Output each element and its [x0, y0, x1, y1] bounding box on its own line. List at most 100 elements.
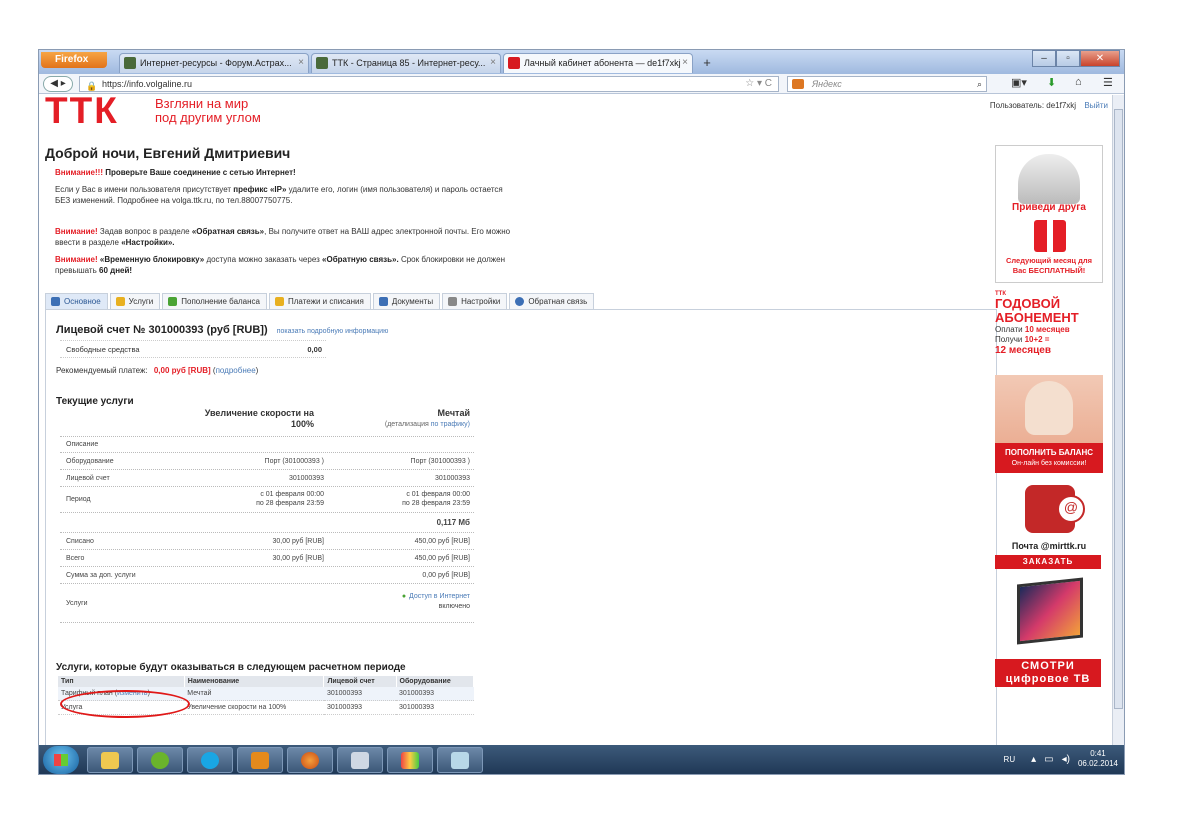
- row-label: Всего: [66, 555, 85, 562]
- row-label: Лицевой счет: [66, 475, 110, 482]
- row-label: Списано: [66, 538, 94, 545]
- table-header-row: Тип Наименование Лицевой счет Оборудован…: [58, 676, 475, 687]
- row-value: Порт (301000393 ): [410, 458, 470, 465]
- browser-tab-forum[interactable]: Интернет-ресурсы - Форум.Астрах... ×: [119, 53, 309, 73]
- taskbar-skype[interactable]: [187, 747, 233, 773]
- ad-annual-subscription[interactable]: ТТК ГОДОВОЙ АБОНЕМЕНТ Оплати 10 месяцев …: [995, 291, 1103, 373]
- tab-close-icon[interactable]: ×: [490, 54, 496, 72]
- row-label: Оборудование: [66, 458, 114, 465]
- network-icon[interactable]: ▭: [1044, 754, 1053, 765]
- browser-tab-cabinet[interactable]: Лачный кабинет абонента — de1f7xkj ×: [503, 53, 693, 73]
- taskbar-utorrent[interactable]: [137, 747, 183, 773]
- new-tab-button[interactable]: +: [697, 54, 717, 72]
- tab-label: Платежи и списания: [288, 297, 364, 306]
- highlight-annotation: [60, 690, 190, 718]
- tab-services[interactable]: Услуги: [109, 293, 161, 309]
- bookmarks-icon[interactable]: ▣▾: [1011, 76, 1027, 89]
- ad-mail[interactable]: Почта @mirttk.ru ЗАКАЗАТЬ: [995, 481, 1103, 571]
- column-header: Оборудование: [396, 676, 475, 687]
- next-services-title: Услуги, которые будут оказываться в след…: [56, 662, 406, 673]
- column-header: Тип: [58, 676, 185, 687]
- tab-main[interactable]: Основное: [45, 293, 108, 309]
- logout-link[interactable]: Выйти: [1084, 101, 1108, 110]
- free-funds-value: 0,00: [307, 345, 322, 354]
- service-col-speed: Увеличение скорости на 100%: [204, 408, 314, 429]
- ad-title: АБОНЕМЕНТ: [995, 310, 1079, 325]
- row-label: Период: [66, 496, 91, 503]
- scrollbar-thumb[interactable]: [1114, 109, 1123, 709]
- period-start: с 01 февраля 00:00: [406, 491, 470, 498]
- notice-text: Если у Вас в имени пользователя присутст…: [55, 185, 232, 194]
- tab-topup[interactable]: Пополнение баланса: [162, 293, 267, 309]
- service-col-plan: Мечтай (детализация по трафику): [350, 408, 470, 430]
- taskbar-calculator[interactable]: [337, 747, 383, 773]
- menu-icon[interactable]: ☰: [1103, 76, 1113, 89]
- page-content: ТТК Взгляни на мир под другим углом Поль…: [39, 95, 1114, 745]
- paint-icon: [401, 752, 419, 769]
- ttk-logo[interactable]: ТТК: [45, 95, 145, 129]
- gift-icon: [1034, 220, 1066, 252]
- internet-access-link[interactable]: Доступ в Интернет: [402, 593, 470, 600]
- taskbar-firefox[interactable]: [287, 747, 333, 773]
- table-row: Оборудование Порт (301000393 ) Порт (301…: [60, 452, 474, 469]
- minimize-button[interactable]: –: [1032, 50, 1056, 67]
- home-icon[interactable]: ⌂: [1075, 76, 1082, 88]
- download-icon[interactable]: ⬇: [1047, 76, 1056, 89]
- tab-feedback[interactable]: Обратная связь: [509, 293, 595, 309]
- search-icon[interactable]: ⌕: [977, 77, 982, 91]
- table-row: Лицевой счет 301000393 301000393: [60, 469, 474, 486]
- yandex-icon: [792, 79, 804, 89]
- folder-icon: [101, 752, 119, 769]
- name-cell: Увеличение скорости на 100%: [184, 700, 324, 715]
- firefox-menu-button[interactable]: Firefox: [41, 52, 107, 68]
- tray-arrow-icon[interactable]: ▴: [1031, 754, 1036, 765]
- browser-tab-ttk[interactable]: ТТК - Страница 85 - Интернет-ресу... ×: [311, 53, 501, 73]
- lock-icon: 🔒: [86, 81, 98, 91]
- traffic-detail-link[interactable]: по трафику): [431, 421, 470, 428]
- taskbar-notes[interactable]: [437, 747, 483, 773]
- slogan-line-2: под другим углом: [155, 110, 261, 125]
- tab-settings[interactable]: Настройки: [442, 293, 508, 309]
- search-input[interactable]: Яндекс ⌕: [787, 76, 987, 92]
- account-title: Лицевой счет № 301000393 (руб [RUB]) пок…: [56, 324, 388, 336]
- account-details-link[interactable]: показать подробную информацию: [277, 328, 389, 335]
- tab-close-icon[interactable]: ×: [682, 54, 688, 72]
- volume-icon[interactable]: ◂): [1062, 754, 1070, 765]
- language-indicator[interactable]: RU: [1004, 755, 1016, 764]
- page-scrollbar[interactable]: [1112, 95, 1124, 745]
- woman-with-laptop-icon: [1025, 381, 1073, 435]
- ad-digital-tv[interactable]: СМОТРИ цифровое ТВ: [995, 577, 1103, 689]
- taskbar-explorer[interactable]: [87, 747, 133, 773]
- tab-favicon-icon: [508, 57, 520, 69]
- order-button[interactable]: ЗАКАЗАТЬ: [995, 555, 1101, 569]
- tab-close-icon[interactable]: ×: [298, 54, 304, 72]
- tab-title: Интернет-ресурсы - Форум.Астрах...: [140, 58, 292, 68]
- ad-topup-balance[interactable]: ПОПОЛНИТЬ БАЛАНС Он-лайн без комиссии!: [995, 375, 1103, 473]
- url-bar[interactable]: 🔒 https://info.volgaline.ru ☆ ▾ C: [79, 76, 779, 92]
- tab-favicon-icon: [316, 57, 328, 69]
- bookmark-star-icon[interactable]: ☆ ▾ C: [745, 77, 772, 91]
- notes-icon: [451, 752, 469, 769]
- tab-label: Услуги: [128, 297, 154, 306]
- clock[interactable]: 0:41 06.02.2014: [1078, 749, 1118, 769]
- slogan-line-1: Взгляни на мир: [155, 96, 249, 111]
- section-tabs: Основное Услуги Пополнение баланса Плате…: [45, 293, 596, 309]
- ad-invite-friend[interactable]: Приведи друга Следующий месяц для Вас БЕС…: [995, 145, 1103, 283]
- tab-documents[interactable]: Документы: [372, 293, 441, 309]
- taskbar-media-player[interactable]: [237, 747, 283, 773]
- back-button[interactable]: ◀ ▸: [43, 76, 73, 92]
- maximize-button[interactable]: ▫: [1056, 50, 1080, 67]
- recommended-value: 0,00 руб [RUB]: [153, 366, 211, 375]
- start-button[interactable]: [43, 746, 79, 774]
- row-value: 450,00 руб [RUB]: [414, 538, 470, 545]
- ad-line: Следующий месяц для: [1005, 256, 1093, 265]
- taskbar-paint[interactable]: [387, 747, 433, 773]
- tab-label: Пополнение баланса: [181, 297, 260, 306]
- row-value: 30,00 руб [RUB]: [272, 538, 324, 545]
- watch-tv-button[interactable]: СМОТРИ цифровое ТВ: [995, 659, 1101, 687]
- user-info: Пользователь: de1f7xkj Выйти: [990, 101, 1108, 110]
- recommended-details-link[interactable]: подробнее: [216, 366, 256, 375]
- close-button[interactable]: ✕: [1080, 50, 1120, 67]
- taskbar: RU ▴ ▭ ◂) 0:41 06.02.2014: [39, 745, 1124, 774]
- tab-payments[interactable]: Платежи и списания: [269, 293, 371, 309]
